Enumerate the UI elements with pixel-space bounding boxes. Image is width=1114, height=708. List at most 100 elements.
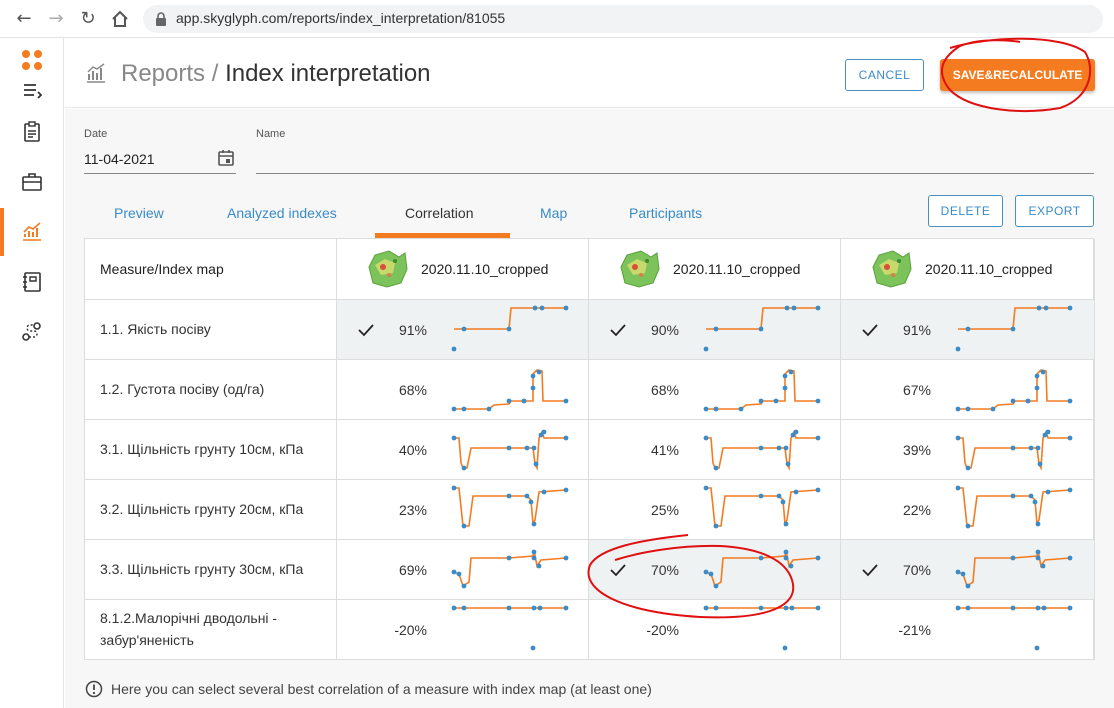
- report-chart-icon: [87, 63, 105, 83]
- sparkline-point: [530, 373, 536, 379]
- notebook-icon[interactable]: [20, 270, 44, 294]
- sparkline-point: [1034, 373, 1040, 379]
- calendar-icon[interactable]: [217, 149, 235, 167]
- sparkline-point: [1067, 435, 1073, 441]
- sparkline-point: [1028, 493, 1034, 499]
- correlation-cell[interactable]: 70%: [841, 540, 1095, 600]
- sparkline-chart: [955, 429, 1073, 471]
- sparkline-point: [541, 489, 547, 495]
- forward-arrow-icon[interactable]: →: [46, 9, 66, 29]
- sparkline-point: [793, 489, 799, 495]
- sparkline-chart: [703, 369, 821, 412]
- sparkline-point: [1035, 445, 1041, 451]
- url-text[interactable]: app.skyglyph.com/reports/index_interpret…: [176, 10, 505, 26]
- save-recalculate-button[interactable]: SAVE&RECALCULATE: [940, 59, 1095, 91]
- sparkline-point: [713, 406, 719, 412]
- correlation-cell[interactable]: 39%: [841, 420, 1095, 480]
- tab-participants[interactable]: Participants: [629, 205, 702, 221]
- correlation-cell[interactable]: 23%: [337, 480, 589, 540]
- measure-label: 3.2. Щільність грунту 20см, кПа: [100, 501, 304, 517]
- sparkline-point: [451, 605, 457, 611]
- sparkline-point: [965, 583, 971, 589]
- sparkline-point: [784, 305, 790, 311]
- sparkline-line: [706, 307, 818, 330]
- sparkline-point: [782, 645, 788, 651]
- sparkline-line: [957, 549, 1071, 588]
- correlation-cell[interactable]: 69%: [337, 540, 589, 600]
- sparkline-point: [563, 398, 569, 404]
- sparkline-point: [563, 435, 569, 441]
- menu-collapse-icon[interactable]: [20, 78, 44, 102]
- tab-map[interactable]: Map: [540, 205, 567, 221]
- sparkline-point: [713, 465, 719, 471]
- correlation-cell[interactable]: 68%: [337, 360, 589, 420]
- correlation-cell[interactable]: 25%: [589, 480, 841, 540]
- export-button[interactable]: EXPORT: [1015, 195, 1094, 227]
- tab-analyzed-indexes[interactable]: Analyzed indexes: [227, 205, 337, 221]
- sparkline-point: [1035, 555, 1041, 561]
- correlation-cell[interactable]: 22%: [841, 480, 1095, 540]
- correlation-cell[interactable]: 91%: [841, 300, 1095, 360]
- correlation-value: 91%: [398, 322, 427, 338]
- reload-icon[interactable]: ↻: [78, 9, 98, 29]
- correlation-cell[interactable]: 41%: [589, 420, 841, 480]
- correlation-cell[interactable]: 91%: [337, 300, 589, 360]
- sparkline-point: [536, 369, 542, 375]
- sparkline-point: [1040, 563, 1046, 569]
- route-icon[interactable]: [20, 320, 44, 344]
- sparkline-point: [1045, 429, 1051, 435]
- apps-dots-icon[interactable]: [20, 48, 44, 72]
- tab-preview[interactable]: Preview: [114, 205, 164, 221]
- sparkline-point: [783, 555, 789, 561]
- sparkline-point: [815, 487, 821, 493]
- sparkline-point: [783, 445, 789, 451]
- sparkline-chart: [703, 305, 821, 352]
- measure-label: 3.1. Щільність грунту 10см, кПа: [100, 441, 304, 457]
- correlation-cell[interactable]: 40%: [337, 420, 589, 480]
- sparkline-point: [1040, 369, 1046, 375]
- sparkline-chart: [451, 305, 569, 352]
- correlation-cell[interactable]: 68%: [589, 360, 841, 420]
- clipboard-icon[interactable]: [20, 120, 44, 144]
- sparkline-point: [486, 406, 492, 412]
- sparkline-point: [955, 406, 961, 412]
- sparkline-point: [531, 445, 537, 451]
- briefcase-icon[interactable]: [20, 170, 44, 194]
- correlation-cell[interactable]: -21%: [841, 600, 1095, 660]
- correlation-cell[interactable]: 90%: [589, 300, 841, 360]
- back-arrow-icon[interactable]: ←: [14, 9, 34, 29]
- home-icon[interactable]: [110, 9, 130, 29]
- sparkline-chart: [703, 605, 821, 651]
- correlation-cell[interactable]: -20%: [337, 600, 589, 660]
- sparkline-point: [1035, 521, 1041, 527]
- index-map-name: 2020.11.10_cropped: [421, 261, 549, 277]
- sparkline-point: [461, 326, 467, 332]
- sparkline-chart: [703, 549, 821, 589]
- sparkline-point: [1010, 326, 1016, 332]
- sparkline-point: [708, 571, 714, 577]
- sparkline-point: [955, 485, 961, 491]
- correlation-cell[interactable]: 67%: [841, 360, 1095, 420]
- sparkline-chart: [451, 369, 569, 412]
- sparkline-point: [780, 499, 786, 505]
- index-map-name: 2020.11.10_cropped: [925, 261, 1053, 277]
- correlation-cell[interactable]: -20%: [589, 600, 841, 660]
- check-icon: [358, 324, 374, 337]
- sparkline-point: [703, 346, 709, 352]
- measure-label: 3.3. Щільність грунту 30см, кПа: [100, 561, 304, 577]
- breadcrumb-reports[interactable]: Reports: [121, 60, 205, 87]
- sparkline-point: [1010, 445, 1016, 451]
- index-map-thumbnail-icon: [368, 250, 408, 288]
- sparkline-point: [955, 346, 961, 352]
- chart-growth-icon[interactable]: [20, 220, 44, 244]
- delete-button[interactable]: DELETE: [928, 195, 1003, 227]
- cancel-button[interactable]: CANCEL: [845, 59, 924, 91]
- sparkline-point: [815, 398, 821, 404]
- correlation-cell[interactable]: 70%: [589, 540, 841, 600]
- correlation-value: 90%: [650, 322, 679, 338]
- sparkline-point: [703, 435, 709, 441]
- date-field[interactable]: 11-04-2021: [84, 151, 155, 167]
- sparkline-point: [451, 569, 457, 575]
- sparkline-point: [539, 305, 545, 311]
- tab-correlation[interactable]: Correlation: [405, 205, 473, 221]
